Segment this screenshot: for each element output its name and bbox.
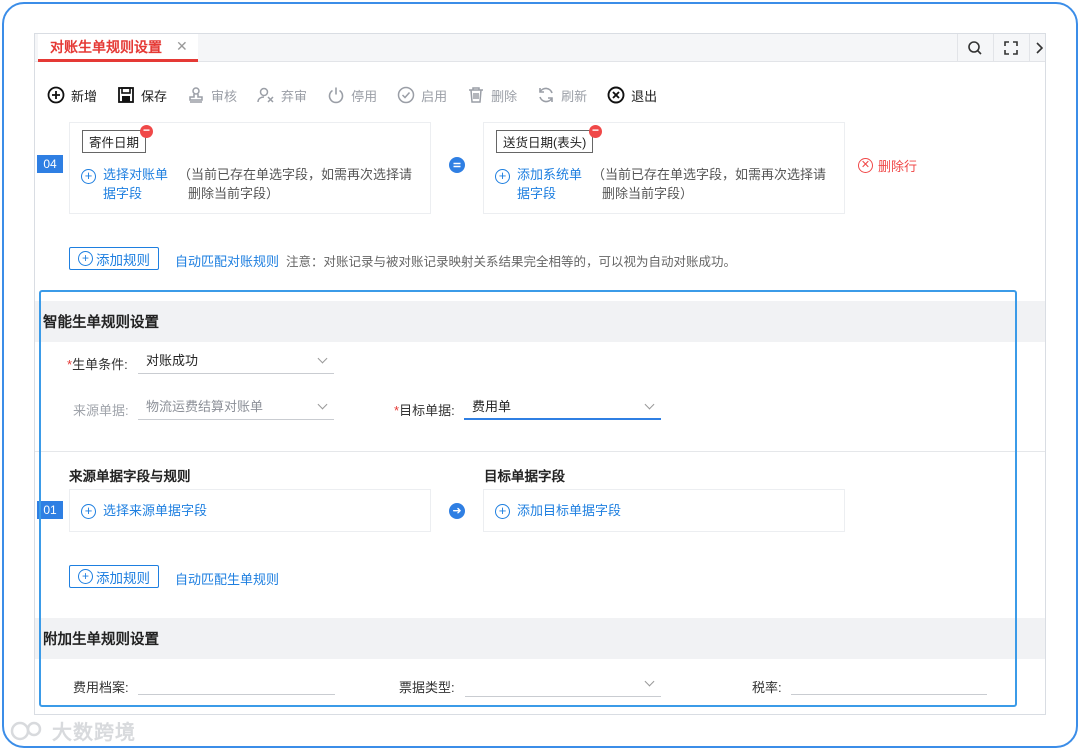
plus-icon: + [78,251,93,266]
exit-label: 退出 [631,88,658,104]
save-label: 保存 [141,88,168,104]
hint-line-1: （当前已存在单选字段，如需再次选择请 [178,167,413,182]
add-recon-rule-button[interactable]: + 添加规则 [69,247,159,270]
delete-button[interactable]: 删除 [467,86,517,105]
field-tag-delivery-date: 送货日期(表头) [496,130,594,153]
new-label: 新增 [71,88,98,104]
search-icon[interactable] [957,34,991,62]
chevron-right-icon[interactable] [1029,34,1045,62]
hint-line-2: 删除当前字段） [602,186,694,201]
select-recon-field-l1: 选择对账单 [103,167,169,182]
hint-line-2: 删除当前字段） [188,186,280,201]
plus-icon[interactable]: + [81,169,96,184]
highlight-box [39,290,1017,707]
fullscreen-icon[interactable] [993,34,1027,62]
user-cancel-icon [257,87,274,103]
approve-label: 审核 [211,88,238,104]
power-icon [328,87,344,104]
field-tag-ship-date: 寄件日期 [82,130,147,153]
remove-field-icon[interactable]: − [140,124,153,138]
equals-icon [449,157,465,173]
plus-icon[interactable]: + [495,169,510,184]
enable-button[interactable]: 启用 [397,86,447,105]
approve-button[interactable]: 审核 [187,86,237,105]
refresh-icon [539,87,553,103]
watermark-text: 大数跨境 [52,722,136,744]
exit-button[interactable]: 退出 [607,86,657,105]
single-field-hint: （当前已存在单选字段，如需再次选择请 删除当前字段） [178,165,412,203]
add-rule-label: 添加规则 [96,252,150,268]
delete-row-button[interactable]: ✕ 删除行 [858,156,917,175]
save-button[interactable]: 保存 [117,86,167,105]
hint-line-1: （当前已存在单选字段，如需再次选择请 [592,167,827,182]
tab-recon-rule-settings[interactable]: 对账生单规则设置 ✕ [38,34,198,62]
remove-field-icon[interactable]: − [589,124,602,138]
stamp-icon [189,87,203,103]
new-button[interactable]: 新增 [47,86,97,105]
trash-icon [469,87,484,103]
select-recon-field-l2: 据字段 [103,186,143,201]
auto-match-recon-link[interactable]: 自动匹配对账规则 [175,251,279,270]
refresh-label: 刷新 [561,88,588,104]
watermark-logo: 大数跨境 [8,716,136,745]
disable-button[interactable]: 停用 [327,86,377,105]
add-system-field-l1: 添加系统单 [517,167,583,182]
disable-label: 停用 [351,88,378,104]
plus-circle-icon [47,86,65,104]
delete-row-label: 删除行 [878,159,918,174]
delete-circle-icon: ✕ [858,158,873,173]
recon-note: 注意：对账记录与被对账记录映射关系结果完全相等的，可以视为自动对账成功。 [286,255,737,269]
refresh-button[interactable]: 刷新 [537,86,587,105]
select-recon-field-link[interactable]: 选择对账单 据字段 [103,165,168,203]
add-system-field-l2: 据字段 [517,186,557,201]
tab-bar: 对账生单规则设置 ✕ [35,34,1045,62]
enable-label: 启用 [421,88,448,104]
rule-row-number: 04 [37,155,63,173]
exit-icon [607,86,625,104]
close-icon[interactable]: ✕ [176,38,188,55]
save-icon [118,87,134,103]
watermark-icon [10,721,42,740]
toolbar: 新增 保存 审核 弃审 停用 启用 删除 刷新 退出 [35,80,677,110]
check-circle-icon [397,86,415,104]
add-system-field-link[interactable]: 添加系统单 据字段 [517,165,582,203]
recon-field-card: 寄件日期 − + 选择对账单 据字段 （当前已存在单选字段，如需再次选择请 删除… [69,122,431,214]
delete-label: 删除 [491,88,518,104]
tab-title: 对账生单规则设置 [50,38,162,55]
unapprove-button[interactable]: 弃审 [257,86,307,105]
single-field-hint: （当前已存在单选字段，如需再次选择请 删除当前字段） [592,165,826,203]
system-field-card: 送货日期(表头) − + 添加系统单 据字段 （当前已存在单选字段，如需再次选择… [483,122,845,214]
unapprove-label: 弃审 [281,88,308,104]
